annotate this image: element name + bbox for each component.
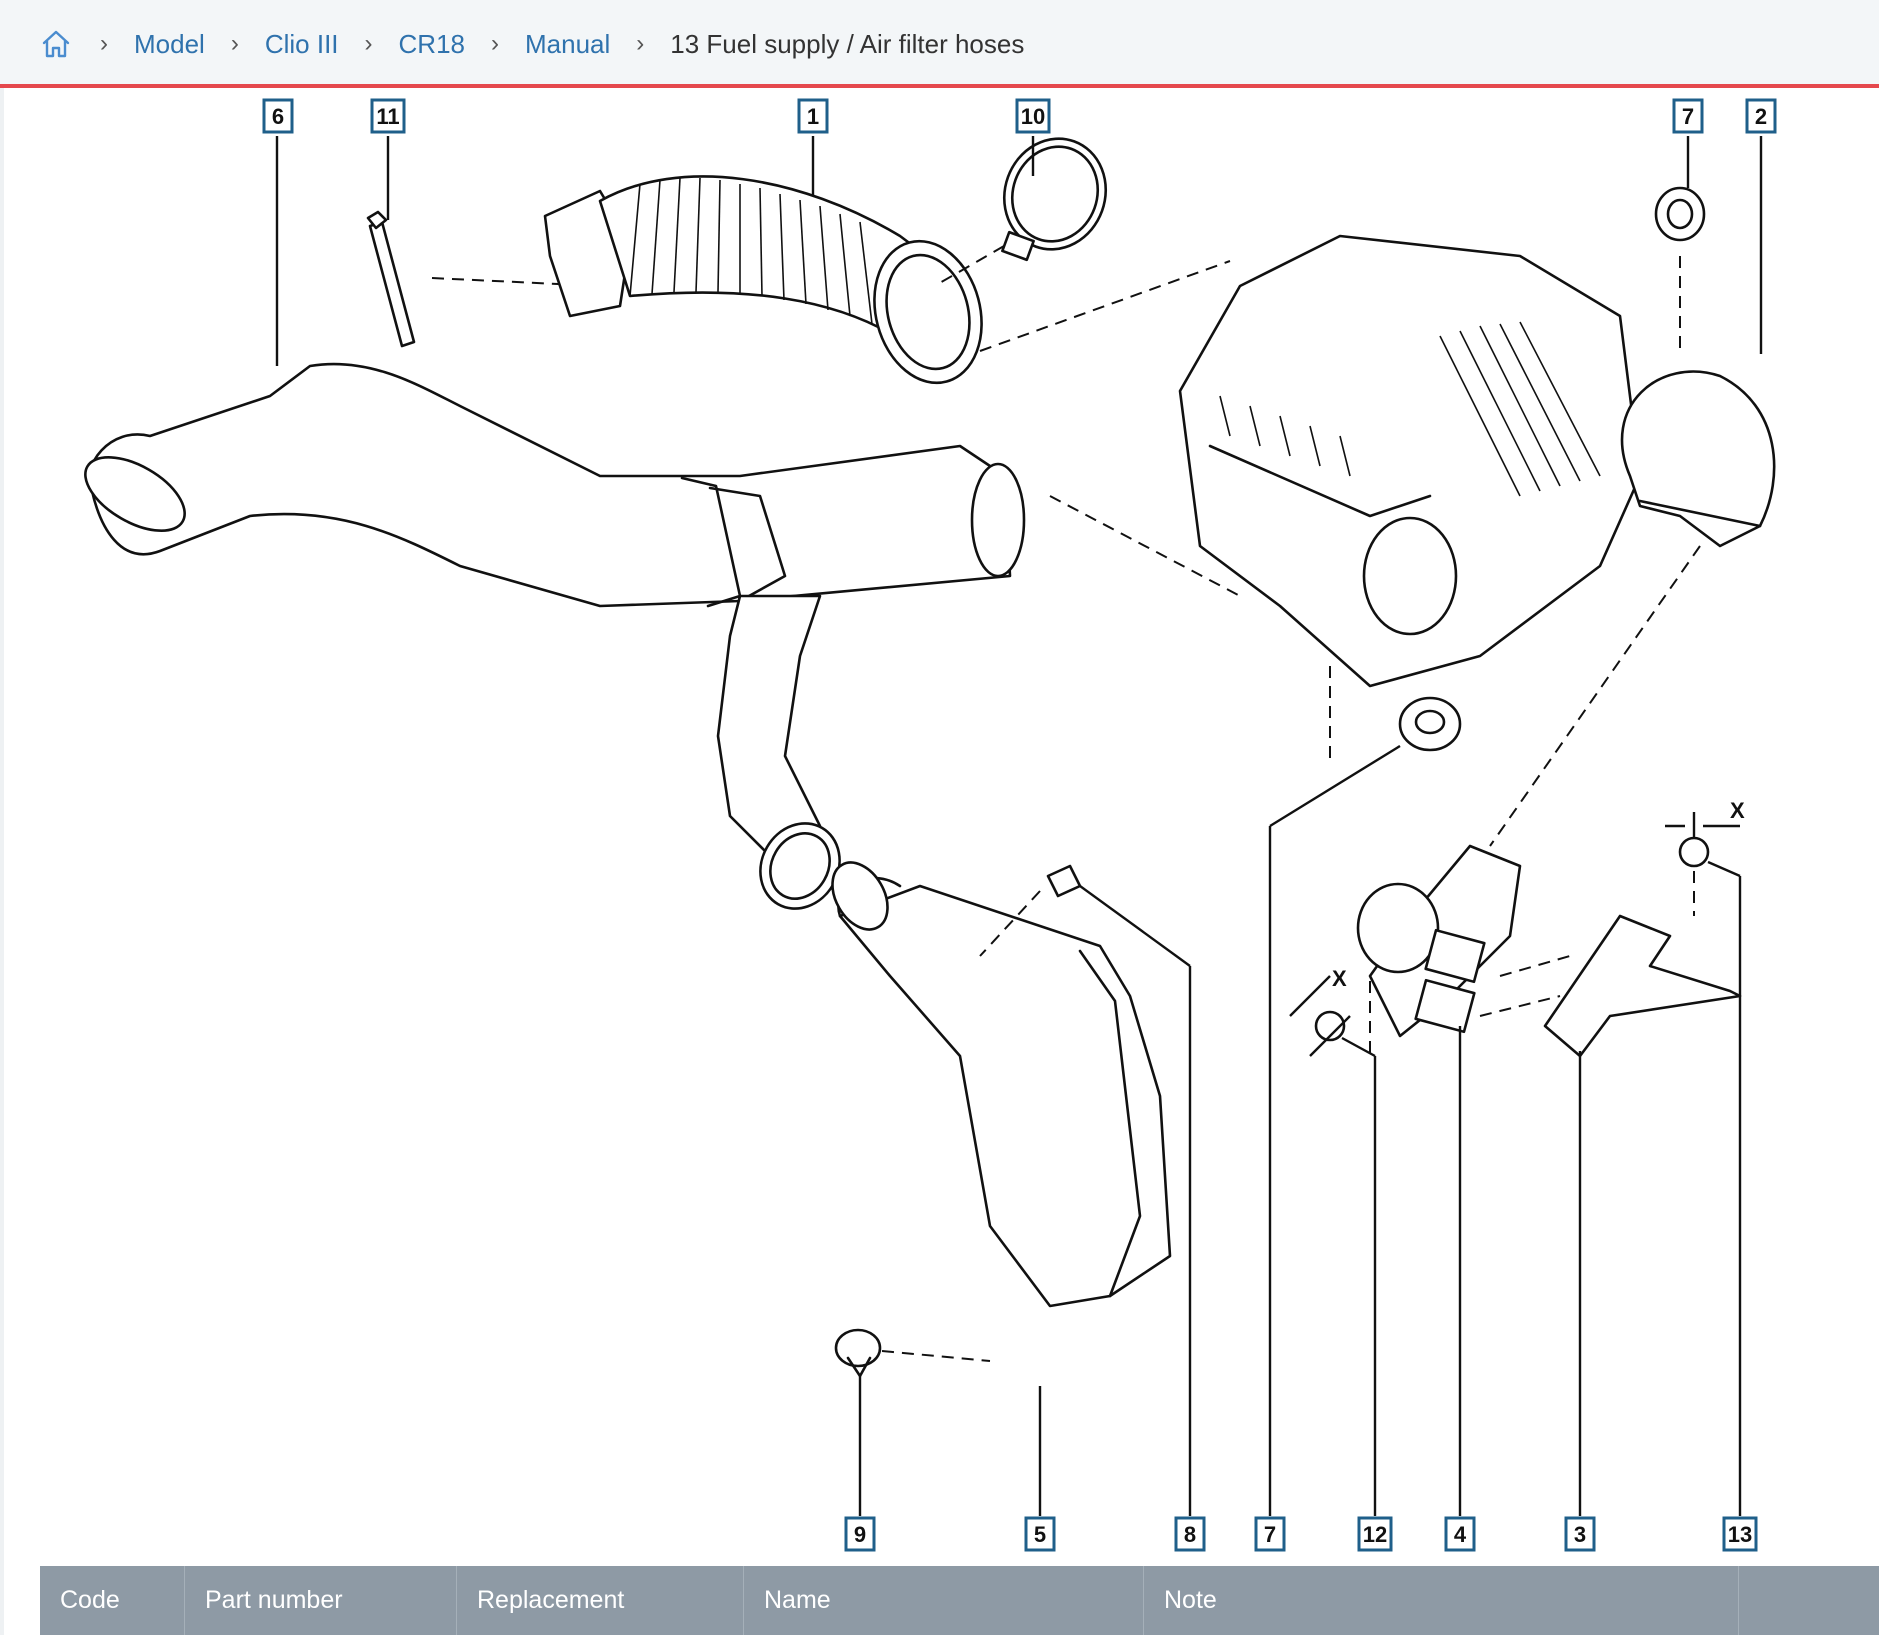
callout-10[interactable]: 10 bbox=[1015, 98, 1051, 134]
part-1-corrugated-hose bbox=[543, 175, 983, 385]
callout-8[interactable]: 8 bbox=[1174, 1516, 1206, 1552]
part-3-bracket bbox=[1479, 914, 1742, 1516]
callout-9[interactable]: 9 bbox=[844, 1516, 876, 1552]
column-part-number[interactable]: Part number bbox=[185, 1566, 457, 1635]
breadcrumb-model[interactable]: Model bbox=[134, 29, 205, 60]
callout-4[interactable]: 4 bbox=[1444, 1516, 1476, 1552]
diagram-svg: X X 6 11 1 10 7 2 9 5 8 7 12 4 3 13 bbox=[84, 98, 1777, 1552]
breadcrumb-separator: › bbox=[364, 30, 373, 57]
callout-7-bottom[interactable]: 7 bbox=[1254, 1516, 1286, 1552]
svg-text:1: 1 bbox=[807, 104, 819, 129]
column-replacement[interactable]: Replacement bbox=[457, 1566, 744, 1635]
breadcrumb-manual[interactable]: Manual bbox=[525, 29, 610, 60]
svg-text:4: 4 bbox=[1454, 1522, 1467, 1547]
callout-6[interactable]: 6 bbox=[262, 98, 294, 134]
svg-text:8: 8 bbox=[1184, 1522, 1196, 1547]
part-12-nut bbox=[1289, 975, 1377, 1516]
part-7-grommet-top bbox=[1654, 136, 1706, 356]
breadcrumb: › Model › Clio III › CR18 › Manual › 13 … bbox=[38, 22, 1024, 66]
air-filter-housing bbox=[979, 234, 1642, 766]
breadcrumb-separator: › bbox=[230, 30, 239, 57]
callout-3[interactable]: 3 bbox=[1564, 1516, 1596, 1552]
part-6-air-duct bbox=[84, 362, 1026, 608]
part-10-clamp bbox=[937, 137, 1108, 285]
breadcrumb-separator: › bbox=[100, 30, 108, 57]
svg-text:9: 9 bbox=[854, 1522, 866, 1547]
dimension-label-x-left: X bbox=[1332, 966, 1347, 991]
dimension-label-x-top: X bbox=[1730, 798, 1745, 823]
breadcrumb-cr18[interactable]: CR18 bbox=[399, 29, 465, 60]
breadcrumb-separator: › bbox=[636, 30, 645, 57]
callout-11[interactable]: 11 bbox=[370, 98, 406, 134]
svg-text:11: 11 bbox=[376, 104, 399, 129]
callout-7-top[interactable]: 7 bbox=[1672, 98, 1704, 134]
left-rail bbox=[0, 88, 4, 1635]
callout-12[interactable]: 12 bbox=[1357, 1516, 1393, 1552]
part-5-resonator bbox=[831, 861, 1172, 1308]
part-7-grommet-lower bbox=[1268, 696, 1462, 1516]
home-icon[interactable] bbox=[38, 26, 74, 62]
column-extra bbox=[1739, 1566, 1879, 1635]
svg-text:7: 7 bbox=[1264, 1522, 1276, 1547]
column-note[interactable]: Note bbox=[1144, 1566, 1739, 1635]
exploded-parts-diagram: X X 6 11 1 10 7 2 9 5 8 7 12 4 3 13 bbox=[40, 96, 1879, 1556]
svg-text:5: 5 bbox=[1034, 1522, 1046, 1547]
svg-text:7: 7 bbox=[1682, 104, 1694, 129]
parts-table-header: Code Part number Replacement Name Note bbox=[40, 1566, 1879, 1635]
callout-1[interactable]: 1 bbox=[797, 98, 829, 134]
svg-text:3: 3 bbox=[1574, 1522, 1586, 1547]
callout-13[interactable]: 13 bbox=[1722, 1516, 1758, 1552]
callout-2[interactable]: 2 bbox=[1745, 98, 1777, 134]
svg-text:2: 2 bbox=[1755, 104, 1767, 129]
callout-5[interactable]: 5 bbox=[1024, 1516, 1056, 1552]
breadcrumb-separator: › bbox=[491, 30, 499, 57]
breadcrumb-clio[interactable]: Clio III bbox=[265, 29, 339, 60]
svg-text:13: 13 bbox=[1728, 1522, 1752, 1547]
part-4-sensor bbox=[1356, 844, 1522, 1516]
svg-text:10: 10 bbox=[1021, 104, 1045, 129]
part-13-nut bbox=[1665, 812, 1742, 1516]
column-name[interactable]: Name bbox=[744, 1566, 1144, 1635]
breadcrumb-current: 13 Fuel supply / Air filter hoses bbox=[670, 28, 1025, 59]
svg-text:12: 12 bbox=[1363, 1522, 1387, 1547]
column-code[interactable]: Code bbox=[40, 1566, 185, 1635]
top-bar: › Model › Clio III › CR18 › Manual › 13 … bbox=[0, 0, 1879, 88]
part-9-grommet bbox=[834, 1328, 991, 1516]
svg-text:6: 6 bbox=[272, 104, 284, 129]
